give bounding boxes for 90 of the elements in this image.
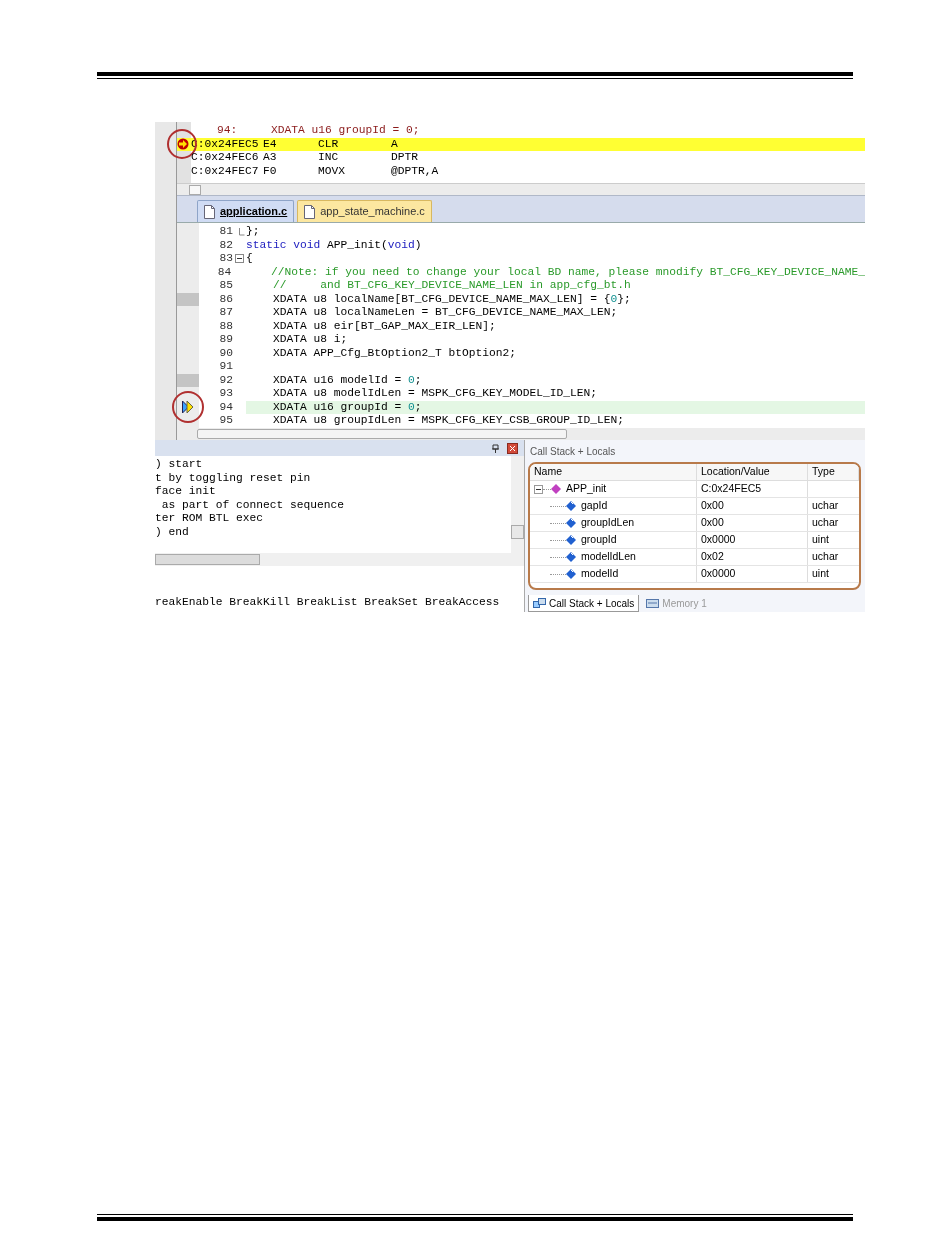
file-icon [304, 204, 316, 219]
local-value: 0x0000 [697, 566, 808, 582]
line-number: 90 [218, 346, 233, 360]
output-line: as part of connect sequence [160, 498, 346, 512]
code-line: XDATA u8 eir[BT_GAP_MAX_EIR_LEN]; [272, 319, 497, 333]
line-number: 91 [218, 360, 233, 374]
local-value: 0x00 [697, 515, 808, 531]
output-line: t by toggling reset pin [155, 471, 312, 485]
output-line: ) start [155, 458, 204, 472]
line-number: 87 [218, 306, 233, 320]
code-line: // and BT_CFG_KEY_DEVICE_NAME_LEN in app_cfg_bt.h [272, 279, 632, 293]
line-number: 83 [218, 252, 233, 266]
command-line-text: reakEnable BreakKill BreakList BreakSet BreakAccess [155, 594, 500, 610]
line-number: 89 [218, 333, 233, 347]
line-number: 92 [218, 373, 233, 387]
variable-icon [566, 569, 576, 579]
local-value: 0x00 [697, 498, 808, 514]
vertical-scrollbar[interactable] [511, 456, 524, 553]
editor-tab[interactable]: application.c [197, 200, 295, 222]
line-number: 86 [218, 292, 233, 306]
code-line: }; [246, 225, 261, 239]
instruction-mnemonic: MOVX [318, 164, 346, 178]
line-number: 84 [216, 265, 232, 279]
local-name: modelId [581, 566, 619, 582]
local-name: modelIdLen [581, 549, 636, 565]
code-line: XDATA u16 modelId = 0; [272, 373, 423, 387]
pin-icon[interactable] [492, 443, 499, 453]
instruction-opcode: E4 [263, 137, 278, 151]
column-header[interactable]: Name [530, 464, 697, 480]
line-number: 81 [218, 225, 233, 239]
function-icon [551, 484, 561, 494]
local-name: gapId [581, 498, 608, 514]
instruction-mnemonic: INC [318, 151, 340, 165]
variable-icon [566, 518, 576, 528]
source-line-code: XDATA u16 groupId = 0; [271, 124, 420, 138]
line-number: 93 [218, 387, 233, 401]
variable-icon [566, 552, 576, 562]
call-stack-icon [533, 597, 546, 609]
output-line: ter ROM BTL exec [155, 512, 265, 526]
horizontal-scrollbar[interactable] [155, 553, 524, 566]
instruction-operand: @DPTR,A [391, 164, 439, 178]
code-line: XDATA u8 localName[BT_CFG_DEVICE_NAME_MAX_LEN] = {0}; [272, 292, 632, 306]
instruction-mnemonic: CLR [318, 137, 340, 151]
code-line: XDATA u8 modelIdLen = MSPK_CFG_KEY_MODEL_ID_LEN; [272, 387, 599, 401]
code-line: //Note: if you need to change your local BD name, please mnodify BT_CFG_KEY_DEVICE_NAME_ [269, 265, 865, 279]
line-number: 85 [218, 279, 233, 293]
local-type: uchar [812, 515, 839, 531]
code-line: { [246, 252, 254, 266]
line-number: 88 [218, 319, 233, 333]
local-type: uint [812, 532, 829, 548]
instruction-operand: A [391, 137, 398, 151]
editor-tab[interactable]: app_state_machine.c [297, 200, 432, 222]
instruction-address: C:0x24FEC6 [191, 151, 260, 165]
variable-icon [566, 501, 576, 511]
memory-icon [646, 597, 660, 609]
current-position-arrow-icon [177, 138, 189, 151]
local-type: uchar [812, 498, 839, 514]
code-line: XDATA APP_Cfg_BtOption2_T btOption2; [272, 346, 518, 360]
panel-tab[interactable]: Call Stack + Locals [528, 595, 640, 612]
local-value: 0x02 [697, 549, 808, 565]
source-line-number: 94: [217, 124, 239, 138]
local-name: groupId [581, 532, 617, 548]
local-name: groupIdLen [581, 515, 635, 531]
code-line: static void APP_init(void) [246, 238, 423, 252]
line-number: 94 [218, 400, 233, 414]
variable-icon [566, 535, 576, 545]
output-line: face init [155, 485, 217, 499]
line-number: 82 [218, 238, 233, 252]
local-value: 0x0000 [697, 532, 808, 548]
panel-title: Call Stack + Locals [529, 444, 617, 459]
code-line: XDATA u8 i; [272, 333, 349, 347]
output-line: ) end [155, 525, 190, 539]
code-line: XDATA u8 localNameLen = BT_CFG_DEVICE_NAME_MAX_LEN; [272, 306, 619, 320]
local-value: C:0x24FEC5 [697, 481, 808, 497]
code-line: XDATA u8 groupIdLen = MSPK_CFG_KEY_CSB_GROUP_ID_LEN; [272, 414, 626, 428]
local-name: APP_init [566, 481, 607, 497]
local-type: uint [812, 566, 829, 582]
fold-collapse-icon [235, 254, 244, 264]
file-icon [204, 204, 215, 219]
close-icon[interactable] [507, 442, 518, 454]
horizontal-scrollbar[interactable] [177, 183, 865, 195]
instruction-opcode: A3 [263, 151, 278, 165]
instruction-address: C:0x24FEC7 [191, 164, 260, 178]
line-number: 95 [218, 414, 233, 428]
instruction-operand: DPTR [391, 151, 418, 165]
column-header[interactable]: Type [808, 464, 859, 480]
local-type: uchar [812, 549, 839, 565]
collapse-icon[interactable] [534, 484, 543, 494]
instruction-opcode: F0 [263, 164, 278, 178]
column-header[interactable]: Location/Value [697, 464, 808, 480]
